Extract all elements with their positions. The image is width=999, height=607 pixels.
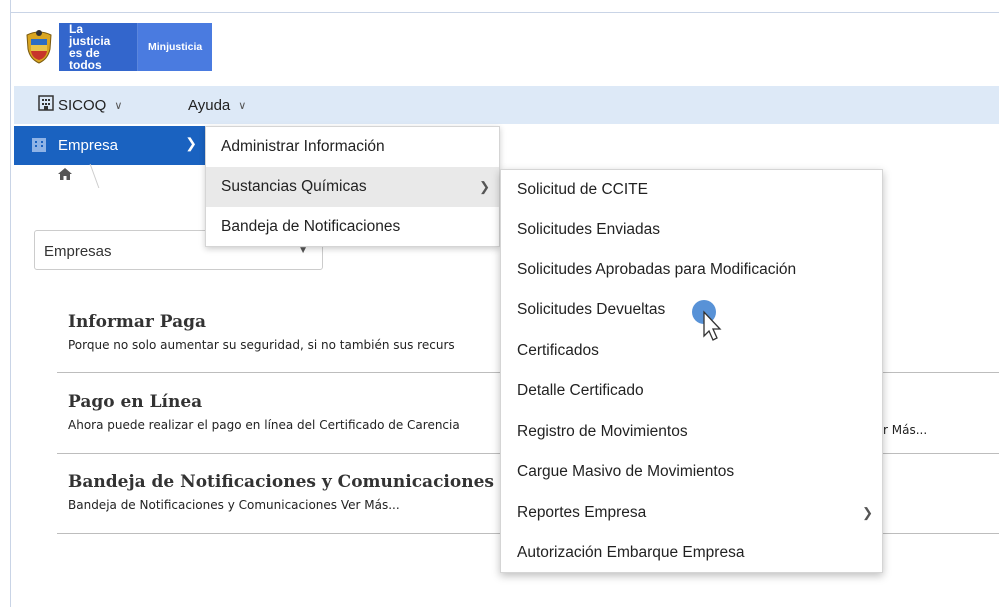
window-left-border [0, 0, 11, 607]
menu-item-label: Bandeja de Notificaciones [221, 218, 401, 235]
menu-item-solicitudes-enviadas[interactable]: Solicitudes Enviadas [501, 210, 882, 250]
home-icon[interactable] [58, 168, 72, 184]
logo[interactable]: La justicia es de todos Minjusticia [18, 22, 213, 72]
menu-item-label: Solicitudes Enviadas [517, 221, 661, 238]
menu-item-label: Solicitud de CCITE [517, 181, 648, 198]
menu-item-label: Registro de Movimientos [517, 423, 688, 440]
header: La justicia es de todos Minjusticia [14, 16, 999, 84]
menu-item-label: Detalle Certificado [517, 382, 644, 399]
menu-item-cargue-masivo[interactable]: Cargue Masivo de Movimientos [501, 452, 882, 492]
menu-item-administrar-informacion[interactable]: Administrar Información [206, 127, 499, 167]
sidebar-item-empresa[interactable]: Empresa ❯ [14, 126, 205, 165]
menu-item-registro-movimientos[interactable]: Registro de Movimientos [501, 412, 882, 452]
menu-item-detalle-certificado[interactable]: Detalle Certificado [501, 371, 882, 411]
chevron-right-icon: ❯ [862, 505, 873, 520]
menu-sicoq[interactable]: SICOQ ∨ [38, 86, 122, 124]
brand-ministry: Minjusticia [137, 23, 213, 71]
menu-item-label: Solicitudes Devueltas [517, 301, 666, 318]
menu-item-autorizacion-embarque[interactable]: Autorización Embarque Empresa [501, 533, 882, 573]
chevron-right-icon: ❯ [479, 179, 490, 194]
chevron-right-icon: ❯ [185, 135, 197, 151]
menu-item-bandeja-notificaciones[interactable]: Bandeja de Notificaciones [206, 207, 499, 247]
ver-mas-link[interactable]: r Más... [883, 423, 927, 437]
menu-item-solicitud-ccite[interactable]: Solicitud de CCITE [501, 170, 882, 210]
menu-item-label: Autorización Embarque Empresa [517, 544, 745, 561]
menu-item-solicitudes-aprobadas[interactable]: Solicitudes Aprobadas para Modificación [501, 250, 882, 290]
sidebar-item-label: Empresa [58, 137, 119, 154]
brand-tagline: La justicia es de todos [69, 22, 111, 72]
menu-ayuda-label: Ayuda [188, 96, 231, 114]
brand-block: La justicia es de todos Minjusticia [59, 22, 213, 72]
menu-item-reportes-empresa[interactable]: Reportes Empresa ❯ [501, 493, 882, 533]
menu-item-label: Sustancias Químicas [221, 178, 367, 195]
menu-item-label: Cargue Masivo de Movimientos [517, 463, 735, 480]
empresa-submenu: Administrar Información Sustancias Quími… [205, 126, 500, 247]
menu-sicoq-label: SICOQ [58, 96, 107, 114]
menu-item-sustancias-quimicas[interactable]: Sustancias Químicas ❯ [206, 167, 499, 207]
sustancias-quimicas-submenu: Solicitud de CCITE Solicitudes Enviadas … [500, 169, 883, 573]
empresas-select-value: Empresas [44, 243, 112, 260]
coat-of-arms-icon [18, 23, 59, 71]
main-menubar: SICOQ ∨ Ayuda ∨ [14, 86, 999, 124]
chevron-down-icon: ∨ [238, 99, 247, 112]
menu-item-label: Reportes Empresa [517, 504, 647, 521]
menu-item-label: Certificados [517, 342, 599, 359]
menu-item-label: Solicitudes Aprobadas para Modificación [517, 261, 797, 278]
building-icon [38, 95, 54, 115]
menu-item-label: Administrar Información [221, 138, 385, 155]
chevron-down-icon: ∨ [114, 99, 123, 112]
mouse-cursor-icon [690, 298, 726, 348]
building-icon [32, 136, 46, 156]
window-top-border [0, 0, 999, 13]
menu-ayuda[interactable]: Ayuda ∨ [188, 86, 246, 124]
